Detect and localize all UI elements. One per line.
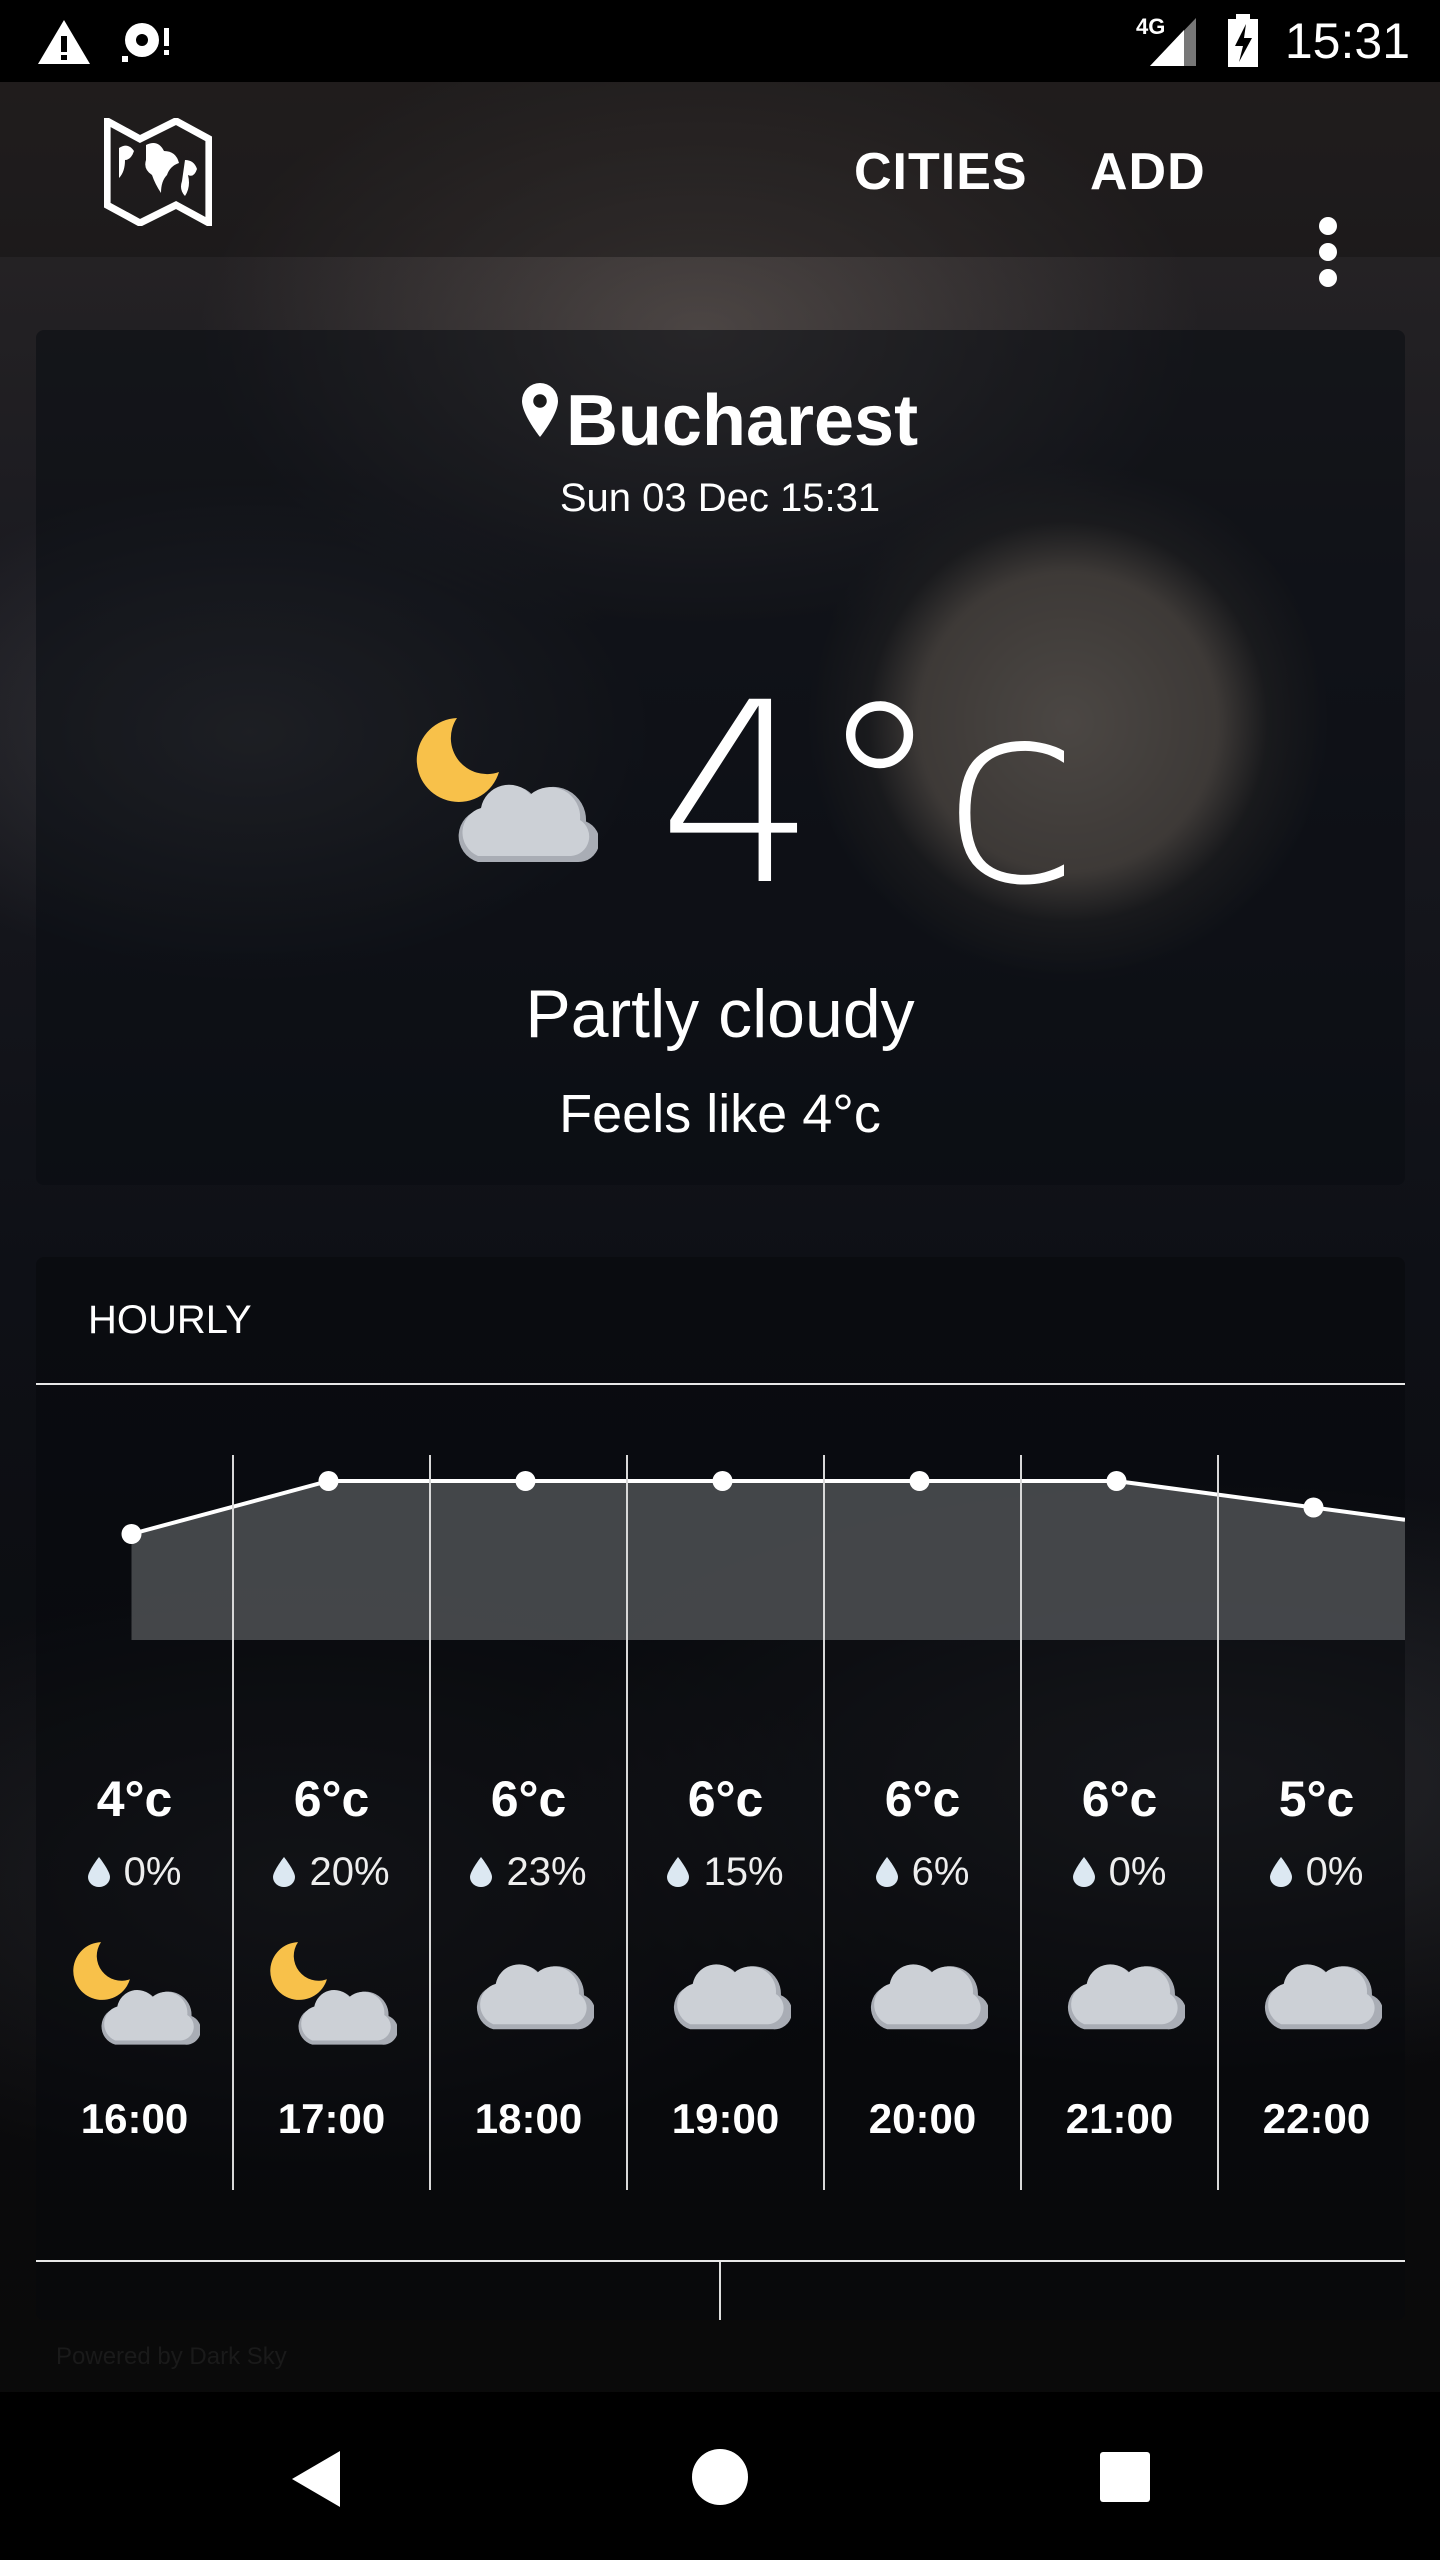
warning-icon xyxy=(38,20,90,64)
precip-value: 6% xyxy=(911,1850,970,1894)
cloudy-icon xyxy=(430,1910,627,2080)
more-vert-icon[interactable] xyxy=(1310,212,1346,292)
hourly-temp: 6°c xyxy=(490,1771,567,1827)
clock: 15:31 xyxy=(1284,13,1410,69)
raindrop-icon xyxy=(667,1857,690,1887)
partly-cloudy-night-icon xyxy=(233,1910,430,2080)
hourly-precip: 6% xyxy=(824,1850,1021,1910)
hourly-heading: HOURLY xyxy=(88,1298,252,1342)
precip-value: 0% xyxy=(1305,1850,1364,1894)
hourly-time: 21:00 xyxy=(1065,2095,1174,2142)
hourly-item[interactable]: 6°c 20% 17:00 xyxy=(233,1770,430,2143)
precip-value: 0% xyxy=(1108,1850,1167,1894)
cloudy-icon xyxy=(1218,1910,1415,2080)
hourly-temp: 6°c xyxy=(884,1771,961,1827)
hourly-item[interactable]: 5°c 0% 22:00 xyxy=(1218,1770,1415,2143)
precip-value: 23% xyxy=(506,1850,587,1894)
navigation-bar xyxy=(0,2392,1440,2560)
sync-alert-icon xyxy=(122,23,169,62)
current-temperature: 4°c xyxy=(658,649,1080,940)
hourly-temperature-chart xyxy=(121,1471,1405,1640)
recents-icon[interactable] xyxy=(1098,2450,1152,2504)
hourly-precip: 15% xyxy=(627,1850,824,1910)
divider xyxy=(719,2262,721,2320)
chart-point xyxy=(712,1471,733,1491)
chart-point xyxy=(121,1524,142,1544)
hourly-time: 22:00 xyxy=(1262,2095,1371,2142)
hourly-temp: 6°c xyxy=(1081,1771,1158,1827)
hourly-precip: 0% xyxy=(1021,1850,1218,1910)
raindrop-icon xyxy=(875,1857,898,1887)
raindrop-icon xyxy=(1072,1857,1095,1887)
chart-point xyxy=(1303,1497,1324,1518)
city-name: Bucharest xyxy=(565,381,919,461)
raindrop-icon xyxy=(1269,1857,1292,1887)
hourly-precip: 0% xyxy=(36,1850,233,1910)
chart-point xyxy=(909,1471,930,1491)
add-button[interactable]: ADD xyxy=(1090,142,1206,202)
back-icon[interactable] xyxy=(288,2449,342,2509)
hourly-time: 16:00 xyxy=(80,2095,189,2142)
raindrop-icon xyxy=(273,1857,296,1887)
toolbar: CITIES ADD xyxy=(0,82,1440,287)
hourly-time: 18:00 xyxy=(474,2095,583,2142)
powered-by-dark-sky[interactable]: Powered by Dark Sky xyxy=(56,2343,287,2371)
divider xyxy=(36,1383,1405,1385)
hourly-temp: 6°c xyxy=(687,1771,764,1827)
partly-cloudy-night-icon xyxy=(36,1910,233,2080)
chart-point xyxy=(515,1471,536,1491)
location-heading[interactable]: Bucharest xyxy=(0,380,1440,462)
hourly-temp: 6°c xyxy=(293,1771,370,1827)
hourly-temp: 5°c xyxy=(1278,1771,1355,1827)
hourly-time: 19:00 xyxy=(671,2095,780,2142)
hourly-temp: 4°c xyxy=(96,1771,173,1827)
raindrop-icon xyxy=(87,1857,110,1887)
cities-button[interactable]: CITIES xyxy=(854,142,1028,202)
battery-charging-icon xyxy=(1228,14,1258,67)
cloudy-icon xyxy=(824,1910,1021,2080)
precip-value: 0% xyxy=(123,1850,182,1894)
chart-point xyxy=(318,1471,339,1491)
hourly-item[interactable]: 6°c 6% 20:00 xyxy=(824,1770,1021,2143)
hourly-precip: 20% xyxy=(233,1850,430,1910)
precip-value: 20% xyxy=(309,1850,390,1894)
precip-value: 15% xyxy=(703,1850,784,1894)
hourly-item[interactable]: 6°c 23% 18:00 xyxy=(430,1770,627,2143)
hourly-precip: 0% xyxy=(1218,1850,1415,1910)
hourly-precip: 23% xyxy=(430,1850,627,1910)
hourly-item[interactable]: 6°c 15% 19:00 xyxy=(627,1770,824,2143)
cloudy-icon xyxy=(1021,1910,1218,2080)
location-pin-icon xyxy=(521,383,558,437)
home-icon[interactable] xyxy=(690,2447,750,2507)
world-map-icon[interactable] xyxy=(104,118,212,226)
raindrop-icon xyxy=(470,1857,493,1887)
hourly-item[interactable]: 6°c 0% 21:00 xyxy=(1021,1770,1218,2143)
weather-summary: Partly cloudy xyxy=(525,976,915,1052)
hourly-time: 20:00 xyxy=(868,2095,977,2142)
app-root: 4G 15:31 CITIES ADD Bucharest Sun 03 Dec… xyxy=(0,0,1440,2560)
hourly-time: 17:00 xyxy=(277,2095,386,2142)
current-datetime: Sun 03 Dec 15:31 xyxy=(559,476,881,520)
hourly-item[interactable]: 4°c 0% 16:00 xyxy=(36,1770,233,2143)
chart-area xyxy=(131,1481,1405,1640)
feels-like: Feels like 4°c xyxy=(559,1084,881,1144)
partly-cloudy-night-icon xyxy=(412,715,596,880)
signal-icon xyxy=(1150,18,1196,66)
chart-point xyxy=(1106,1471,1127,1491)
cloudy-icon xyxy=(627,1910,824,2080)
status-bar: 4G 15:31 xyxy=(0,0,1440,82)
